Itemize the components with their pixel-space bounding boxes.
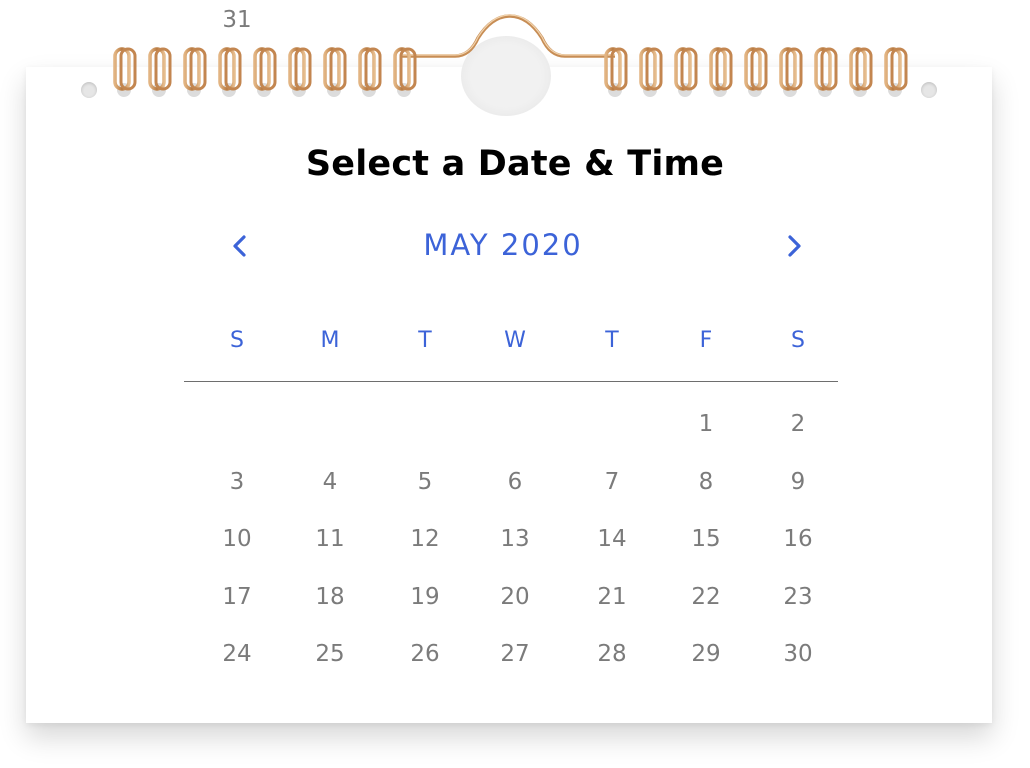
day-cell[interactable]: 25 <box>300 634 360 674</box>
weekday-label: M <box>320 328 340 353</box>
day-cell[interactable]: 17 <box>207 577 267 617</box>
weekday-header: S M T W T F S <box>0 328 1030 362</box>
hanger-wire <box>400 14 615 58</box>
day-cell[interactable]: 5 <box>395 462 455 502</box>
day-cell[interactable]: 20 <box>485 577 545 617</box>
page-title: Select a Date & Time <box>305 144 725 184</box>
day-cell[interactable]: 8 <box>676 462 736 502</box>
day-cell[interactable]: 4 <box>300 462 360 502</box>
day-cell[interactable]: 23 <box>768 577 828 617</box>
weekday-label: W <box>504 328 526 353</box>
day-cell[interactable]: 24 <box>207 634 267 674</box>
weekday-label: T <box>605 328 619 353</box>
day-cell[interactable]: 16 <box>768 519 828 559</box>
day-cell[interactable]: 31 <box>207 0 267 40</box>
weekday-label: T <box>418 328 432 353</box>
day-cell[interactable]: 14 <box>582 519 642 559</box>
day-cell[interactable]: 22 <box>676 577 736 617</box>
day-cell[interactable]: 29 <box>676 634 736 674</box>
weekday-label: S <box>791 328 805 353</box>
day-cell[interactable]: 30 <box>768 634 828 674</box>
day-cell[interactable]: 18 <box>300 577 360 617</box>
chevron-right-icon <box>788 235 801 257</box>
month-label: MAY 2020 <box>423 228 583 262</box>
next-month-button[interactable] <box>776 228 812 264</box>
calendar-page: Select a Date & Time MAY 2020 S M T W T … <box>0 0 1030 768</box>
day-cell[interactable]: 19 <box>395 577 455 617</box>
header-divider <box>184 381 838 382</box>
weekday-label: F <box>699 328 713 353</box>
day-cell[interactable]: 11 <box>300 519 360 559</box>
day-cell[interactable]: 28 <box>582 634 642 674</box>
day-cell[interactable]: 3 <box>207 462 267 502</box>
day-cell[interactable]: 26 <box>395 634 455 674</box>
day-cell[interactable]: 7 <box>582 462 642 502</box>
day-cell[interactable]: 13 <box>485 519 545 559</box>
day-cell[interactable]: 27 <box>485 634 545 674</box>
day-cell[interactable]: 12 <box>395 519 455 559</box>
wire-binding <box>113 14 908 97</box>
weekday-label: S <box>230 328 244 353</box>
day-cell[interactable]: 15 <box>676 519 736 559</box>
day-cell[interactable]: 21 <box>582 577 642 617</box>
day-cell[interactable]: 9 <box>768 462 828 502</box>
day-cell[interactable]: 10 <box>207 519 267 559</box>
day-cell[interactable]: 2 <box>768 404 828 444</box>
day-cell[interactable]: 1 <box>676 404 736 444</box>
day-cell[interactable]: 6 <box>485 462 545 502</box>
